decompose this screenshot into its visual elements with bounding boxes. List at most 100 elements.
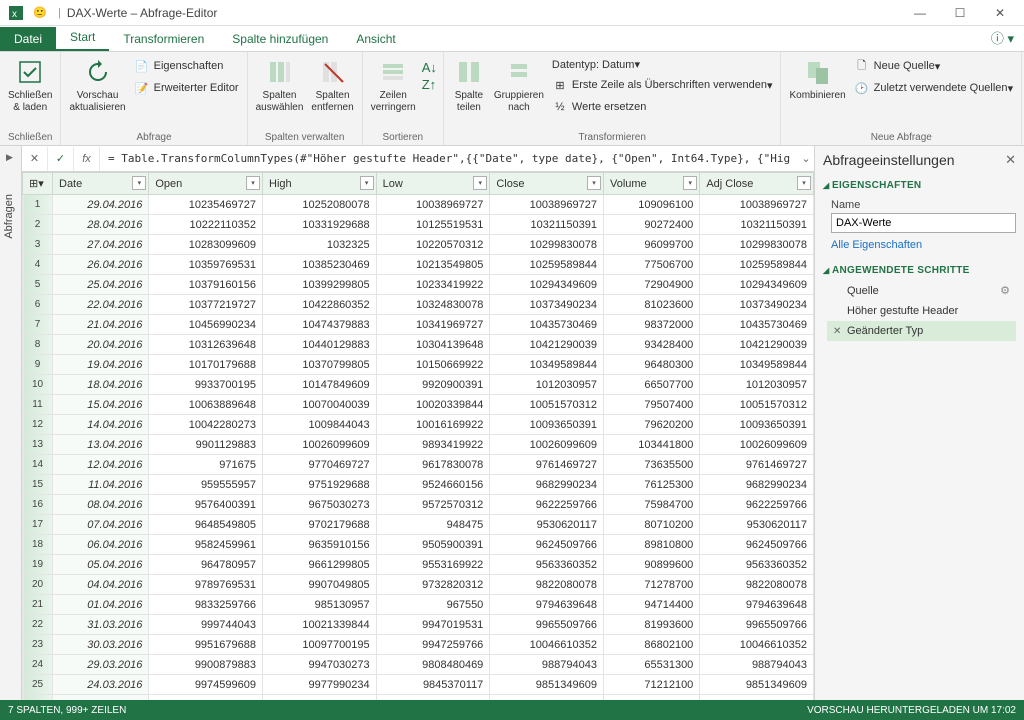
cell[interactable]: 10321150391: [490, 215, 604, 235]
cell[interactable]: 10170179688: [149, 355, 263, 375]
row-number[interactable]: 21: [23, 595, 53, 615]
cell[interactable]: 9702179688: [263, 515, 377, 535]
cell[interactable]: 05.04.2016: [53, 555, 149, 575]
tab-home[interactable]: Start: [56, 25, 109, 51]
cell[interactable]: 10435730469: [490, 315, 604, 335]
all-properties-link[interactable]: Alle Eigenschaften: [831, 239, 1016, 251]
close-button[interactable]: ✕: [980, 0, 1020, 26]
properties-button[interactable]: 📄Eigenschaften: [130, 56, 243, 76]
fx-icon[interactable]: fx: [74, 147, 100, 171]
tab-view[interactable]: Ansicht: [342, 27, 409, 51]
cell[interactable]: 9822080078: [700, 575, 814, 595]
cell[interactable]: 10220570312: [376, 235, 490, 255]
cell[interactable]: 9505900391: [376, 535, 490, 555]
cell[interactable]: 9530620117: [700, 515, 814, 535]
cell[interactable]: 06.04.2016: [53, 535, 149, 555]
column-header[interactable]: Open▾: [149, 173, 263, 195]
cell[interactable]: 9893419922: [376, 435, 490, 455]
cell[interactable]: 72904900: [603, 275, 699, 295]
cell[interactable]: 10422860352: [263, 295, 377, 315]
cell[interactable]: 89810800: [603, 535, 699, 555]
row-number[interactable]: 22: [23, 615, 53, 635]
cell[interactable]: 9900879883: [149, 655, 263, 675]
cell[interactable]: 96480300: [603, 355, 699, 375]
cell[interactable]: 10359769531: [149, 255, 263, 275]
row-number[interactable]: 3: [23, 235, 53, 255]
cell[interactable]: 71278700: [603, 575, 699, 595]
column-header[interactable]: Low▾: [376, 173, 490, 195]
cell[interactable]: 73635500: [603, 455, 699, 475]
cell[interactable]: 10331929688: [263, 215, 377, 235]
row-number[interactable]: 8: [23, 335, 53, 355]
filter-icon[interactable]: ▾: [132, 176, 146, 190]
refresh-preview-button[interactable]: Vorschau aktualisieren: [65, 54, 129, 116]
section-applied-steps[interactable]: ANGEWENDETE SCHRITTE: [823, 261, 1016, 280]
row-number[interactable]: 4: [23, 255, 53, 275]
cell[interactable]: 79507400: [603, 395, 699, 415]
cell[interactable]: 9661299805: [263, 555, 377, 575]
cell[interactable]: 22.04.2016: [53, 295, 149, 315]
cell[interactable]: 28.04.2016: [53, 215, 149, 235]
combine-button[interactable]: Kombinieren: [785, 54, 849, 104]
cell[interactable]: 29.04.2016: [53, 195, 149, 215]
cell[interactable]: 9920900391: [376, 375, 490, 395]
cell[interactable]: 9751929688: [263, 475, 377, 495]
formula-expand-button[interactable]: ⌄: [798, 152, 814, 165]
cell[interactable]: 65531300: [603, 655, 699, 675]
settings-close-button[interactable]: ✕: [1005, 152, 1016, 168]
row-number[interactable]: 11: [23, 395, 53, 415]
cell[interactable]: 94714400: [603, 595, 699, 615]
cell[interactable]: 9624509766: [490, 535, 604, 555]
cell[interactable]: 9947019531: [376, 615, 490, 635]
cell[interactable]: 1012030957: [700, 375, 814, 395]
cell[interactable]: 10026099609: [700, 435, 814, 455]
cell[interactable]: 9851349609: [490, 675, 604, 695]
tab-add-column[interactable]: Spalte hinzufügen: [218, 27, 342, 51]
row-number[interactable]: 18: [23, 535, 53, 555]
cell[interactable]: 10147849609: [263, 375, 377, 395]
row-number[interactable]: 13: [23, 435, 53, 455]
cell[interactable]: 10213549805: [376, 255, 490, 275]
row-corner[interactable]: ⊞▾: [23, 173, 53, 195]
cell[interactable]: 9524660156: [376, 475, 490, 495]
cell[interactable]: 10312639648: [149, 335, 263, 355]
row-number[interactable]: 19: [23, 555, 53, 575]
cell[interactable]: 9947030273: [263, 655, 377, 675]
row-number[interactable]: 12: [23, 415, 53, 435]
cell[interactable]: 9624509766: [700, 535, 814, 555]
cell[interactable]: 10051570312: [700, 395, 814, 415]
cell[interactable]: 9808480469: [376, 655, 490, 675]
cell[interactable]: 10038969727: [700, 195, 814, 215]
cell[interactable]: 9530620117: [490, 515, 604, 535]
cell[interactable]: 10063889648: [149, 395, 263, 415]
data-grid[interactable]: ⊞▾Date▾Open▾High▾Low▾Close▾Volume▾Adj Cl…: [22, 172, 814, 700]
cell[interactable]: 10046610352: [700, 635, 814, 655]
cell[interactable]: 9761469727: [700, 455, 814, 475]
tab-file[interactable]: Datei: [0, 27, 56, 51]
cell[interactable]: 31.03.2016: [53, 615, 149, 635]
filter-icon[interactable]: ▾: [246, 176, 260, 190]
cell[interactable]: 10304139648: [376, 335, 490, 355]
cell[interactable]: 948475: [376, 515, 490, 535]
cell[interactable]: 10021339844: [263, 615, 377, 635]
column-header[interactable]: Adj Close▾: [700, 173, 814, 195]
applied-step[interactable]: Quelle⚙: [827, 280, 1016, 301]
cell[interactable]: 9622259766: [700, 495, 814, 515]
cell[interactable]: 10456990234: [149, 315, 263, 335]
cell[interactable]: 10097700195: [263, 635, 377, 655]
cell[interactable]: 10385230469: [263, 255, 377, 275]
cell[interactable]: 988794043: [700, 655, 814, 675]
help-dropdown[interactable]: ⓘ ▾: [981, 24, 1024, 51]
cell[interactable]: 86802100: [603, 635, 699, 655]
cell[interactable]: 10283099609: [149, 235, 263, 255]
cell[interactable]: 9576400391: [149, 495, 263, 515]
cell[interactable]: 9789769531: [149, 575, 263, 595]
cell[interactable]: 10235469727: [149, 195, 263, 215]
cell[interactable]: 27.04.2016: [53, 235, 149, 255]
row-number[interactable]: 20: [23, 575, 53, 595]
cell[interactable]: 9770469727: [263, 455, 377, 475]
cell[interactable]: 04.04.2016: [53, 575, 149, 595]
cell[interactable]: 10440129883: [263, 335, 377, 355]
cell[interactable]: 9648549805: [149, 515, 263, 535]
cell[interactable]: 9845370117: [376, 675, 490, 695]
